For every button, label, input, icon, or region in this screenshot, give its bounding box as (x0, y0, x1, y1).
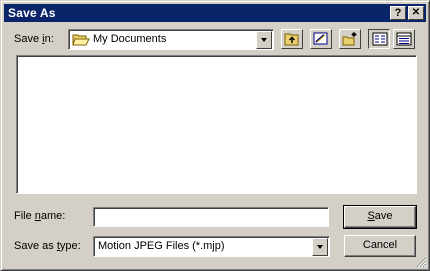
desktop-button[interactable] (310, 29, 332, 49)
save-as-type-dropdown-button[interactable] (312, 238, 328, 256)
up-one-level-button[interactable] (281, 29, 303, 49)
details-view-icon (396, 32, 412, 49)
save-as-type-value: Motion JPEG Files (*.mjp) (98, 240, 225, 252)
window-title: Save As (8, 6, 56, 20)
save-in-dropdown-button[interactable] (256, 31, 272, 49)
close-button[interactable]: ✕ (408, 6, 424, 20)
save-as-type-label: Save as type: (14, 240, 81, 252)
save-as-dialog: Save As ? ✕ Save in: My Documents File n… (0, 0, 430, 271)
file-name-input[interactable] (93, 207, 329, 227)
resize-grip-icon[interactable] (415, 256, 427, 268)
details-view-button[interactable] (393, 29, 415, 49)
up-one-level-icon (284, 32, 300, 49)
cancel-button[interactable]: Cancel (344, 235, 416, 257)
save-in-label: Save in: (14, 33, 54, 45)
new-folder-icon (342, 32, 358, 49)
save-button[interactable]: Save (343, 205, 417, 229)
desktop-icon (313, 32, 329, 49)
save-as-type-dropdown[interactable]: Motion JPEG Files (*.mjp) (93, 236, 330, 257)
open-folder-icon (72, 32, 90, 47)
chevron-down-icon (261, 38, 267, 42)
list-view-button[interactable] (368, 29, 390, 49)
file-list[interactable] (16, 55, 417, 194)
title-bar[interactable]: Save As ? ✕ (4, 4, 426, 22)
list-view-icon (372, 32, 388, 49)
chevron-down-icon (317, 245, 323, 249)
new-folder-button[interactable] (339, 29, 361, 49)
save-in-value: My Documents (93, 33, 167, 45)
help-button[interactable]: ? (390, 6, 406, 20)
file-name-label: File name: (14, 210, 66, 222)
save-in-dropdown[interactable]: My Documents (68, 29, 274, 50)
